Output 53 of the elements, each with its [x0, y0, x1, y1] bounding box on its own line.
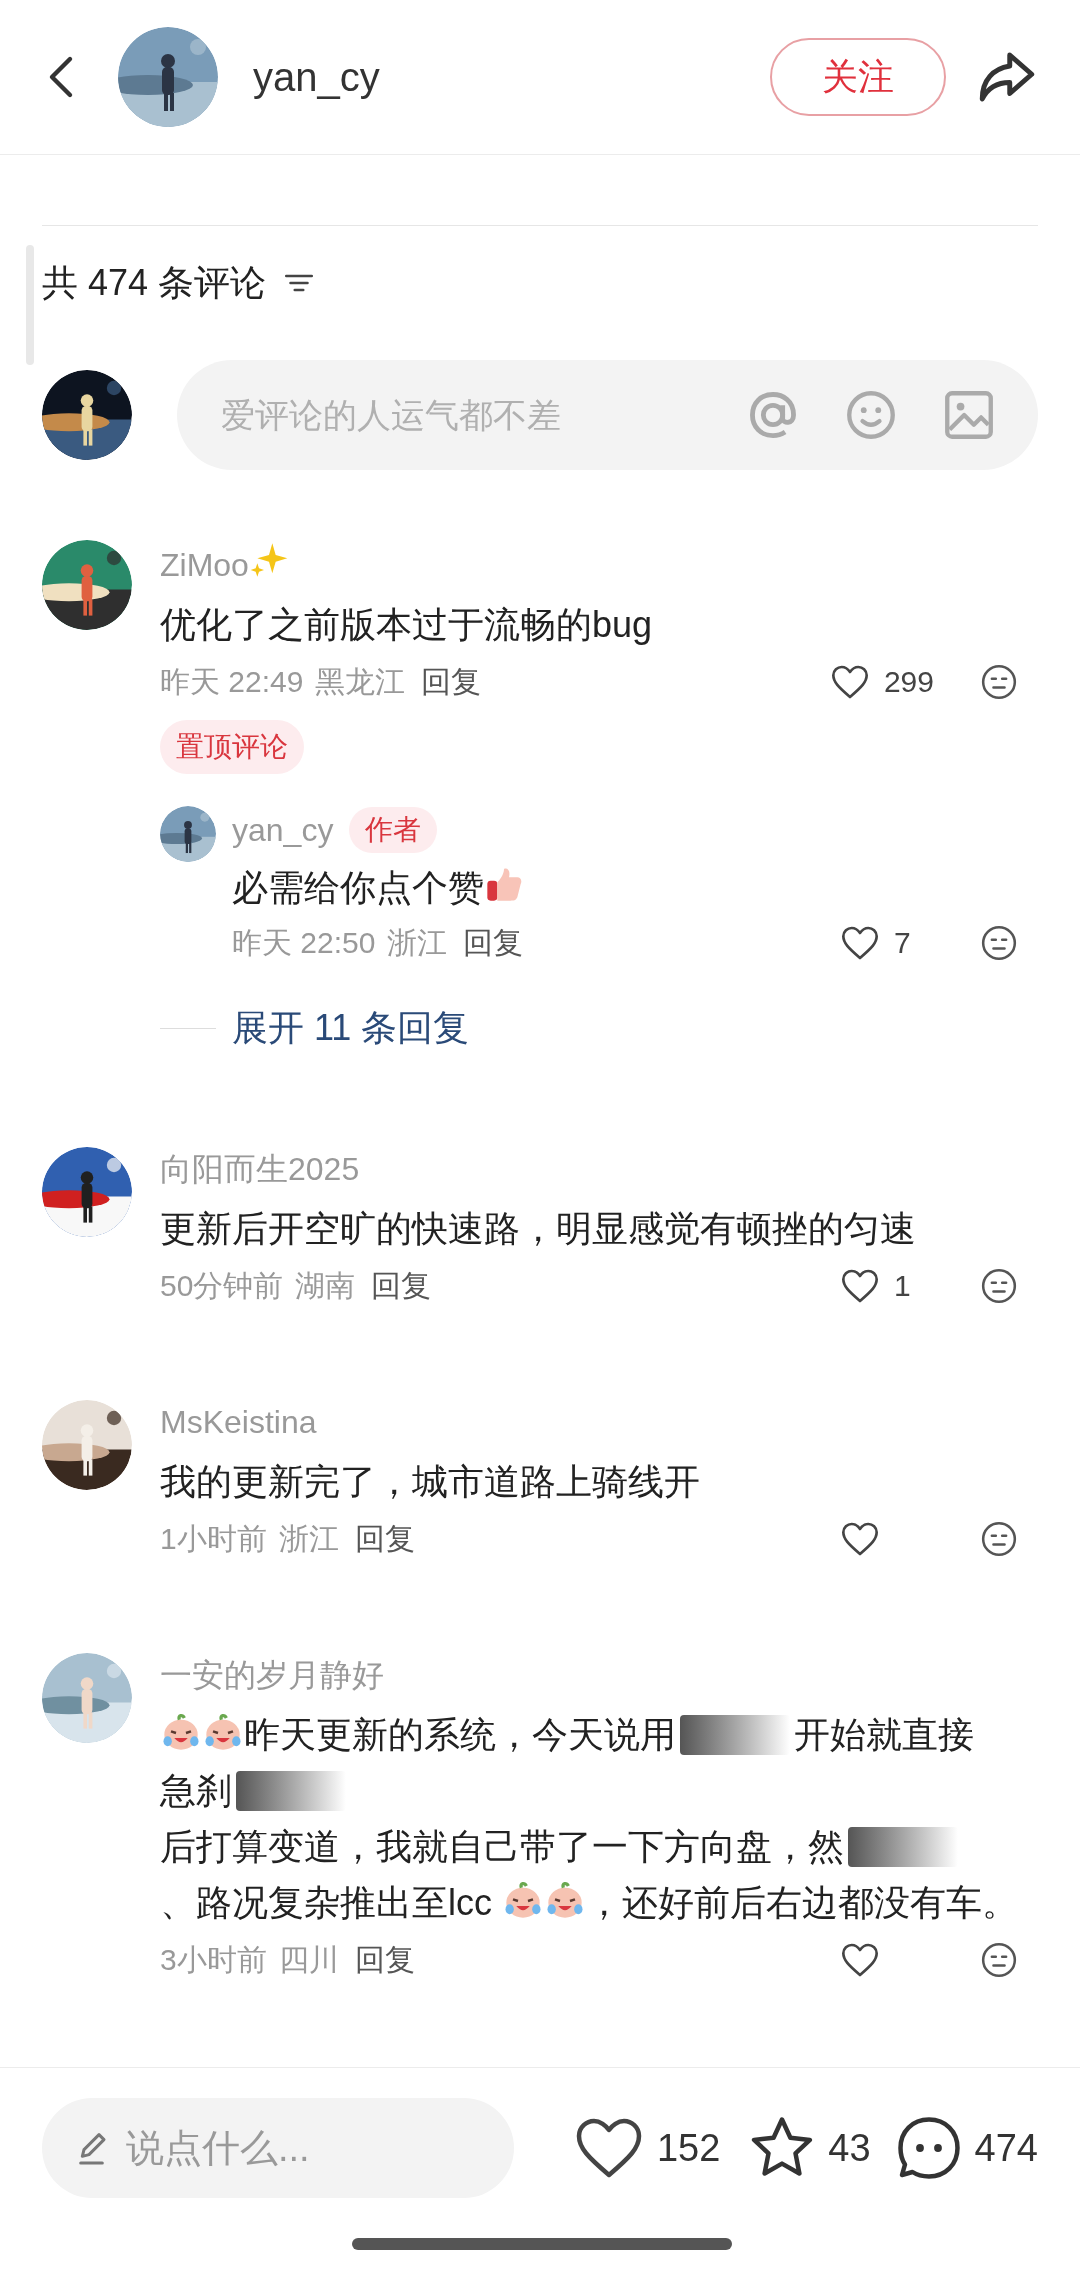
meh-face-icon[interactable] [980, 1940, 1018, 1979]
like-count: 299 [883, 664, 934, 700]
follow-button[interactable]: 关注 [770, 38, 946, 116]
pinned-tag: 置顶评论 [160, 720, 304, 774]
comment-text: ，还好前后右边 [586, 1882, 838, 1923]
comment-location: 黑龙江 [315, 664, 406, 700]
like-count: 152 [656, 2125, 721, 2171]
comment-location: 湖南 [295, 1268, 356, 1304]
comment-text: 急刹 [160, 1770, 232, 1811]
like-count: 7 [894, 925, 912, 961]
reply-link[interactable]: 回复 [463, 920, 524, 965]
favorite-count: 43 [828, 2125, 871, 2171]
laughing-crying-icon [161, 1713, 201, 1753]
comment-text: 优化了之前版本过于流畅的bug [160, 604, 653, 645]
comment-time: 昨天 22:49 [160, 664, 304, 700]
comment-location: 四川 [278, 1942, 339, 1978]
comment-time: 3小时前 [160, 1942, 267, 1978]
comment-text: 开始就直接 [794, 1714, 974, 1755]
comment-author: 一安的岁月静好 [160, 1657, 384, 1693]
reply-link[interactable]: 回复 [354, 1516, 415, 1561]
comment-time: 50分钟前 [160, 1268, 284, 1304]
laughing-crying-icon [203, 1713, 243, 1753]
comment-input[interactable]: 说点什么... [42, 2098, 514, 2198]
comment-text: 更新后开空旷的快速路，明显感觉有顿挫的匀速 [160, 1208, 916, 1249]
reply-text: 必需给你点个赞 [232, 867, 484, 908]
comment-total: 474 [974, 2125, 1038, 2171]
reply-link[interactable]: 回复 [371, 1263, 432, 1308]
meh-face-icon[interactable] [980, 662, 1018, 701]
comment-time: 昨天 22:50 [232, 925, 376, 961]
comment-text: 、路况复杂推出至lcc [160, 1882, 493, 1923]
laughing-crying-icon [503, 1881, 543, 1921]
meh-face-icon[interactable] [980, 1266, 1018, 1305]
reply-link[interactable]: 回复 [421, 659, 482, 704]
author-tag: 作者 [349, 807, 438, 853]
meh-face-icon[interactable] [980, 1519, 1018, 1558]
comment-author: 向阳而生2025 [160, 1151, 360, 1187]
comment-count: 共 474 条评论 [42, 261, 267, 305]
comment-text: 后打算变道，我就自己带了一下方向盘，然 [160, 1826, 844, 1867]
like-count: 1 [894, 1268, 912, 1304]
comment-time: 1小时前 [160, 1521, 267, 1557]
comment-text: 我的更新完了，城市道路上骑线开 [160, 1461, 700, 1502]
comment-location: 浙江 [387, 925, 448, 961]
laughing-crying-icon [545, 1881, 585, 1921]
comment-text: 昨天更新的系统，今天说用 [244, 1714, 676, 1755]
reply-author: yan_cy [232, 811, 334, 850]
comment-location: 浙江 [278, 1521, 339, 1557]
comment-author: ZiMoo [160, 547, 249, 583]
comment-author: MsKeistina [160, 1404, 317, 1440]
reply-link[interactable]: 回复 [354, 1937, 415, 1982]
username[interactable]: yan_cy [253, 47, 380, 107]
meh-face-icon[interactable] [980, 923, 1018, 962]
comment-text: 都没有车。 [838, 1882, 1018, 1923]
expand-replies-link[interactable]: 展开 11 条回复 [232, 1001, 470, 1055]
